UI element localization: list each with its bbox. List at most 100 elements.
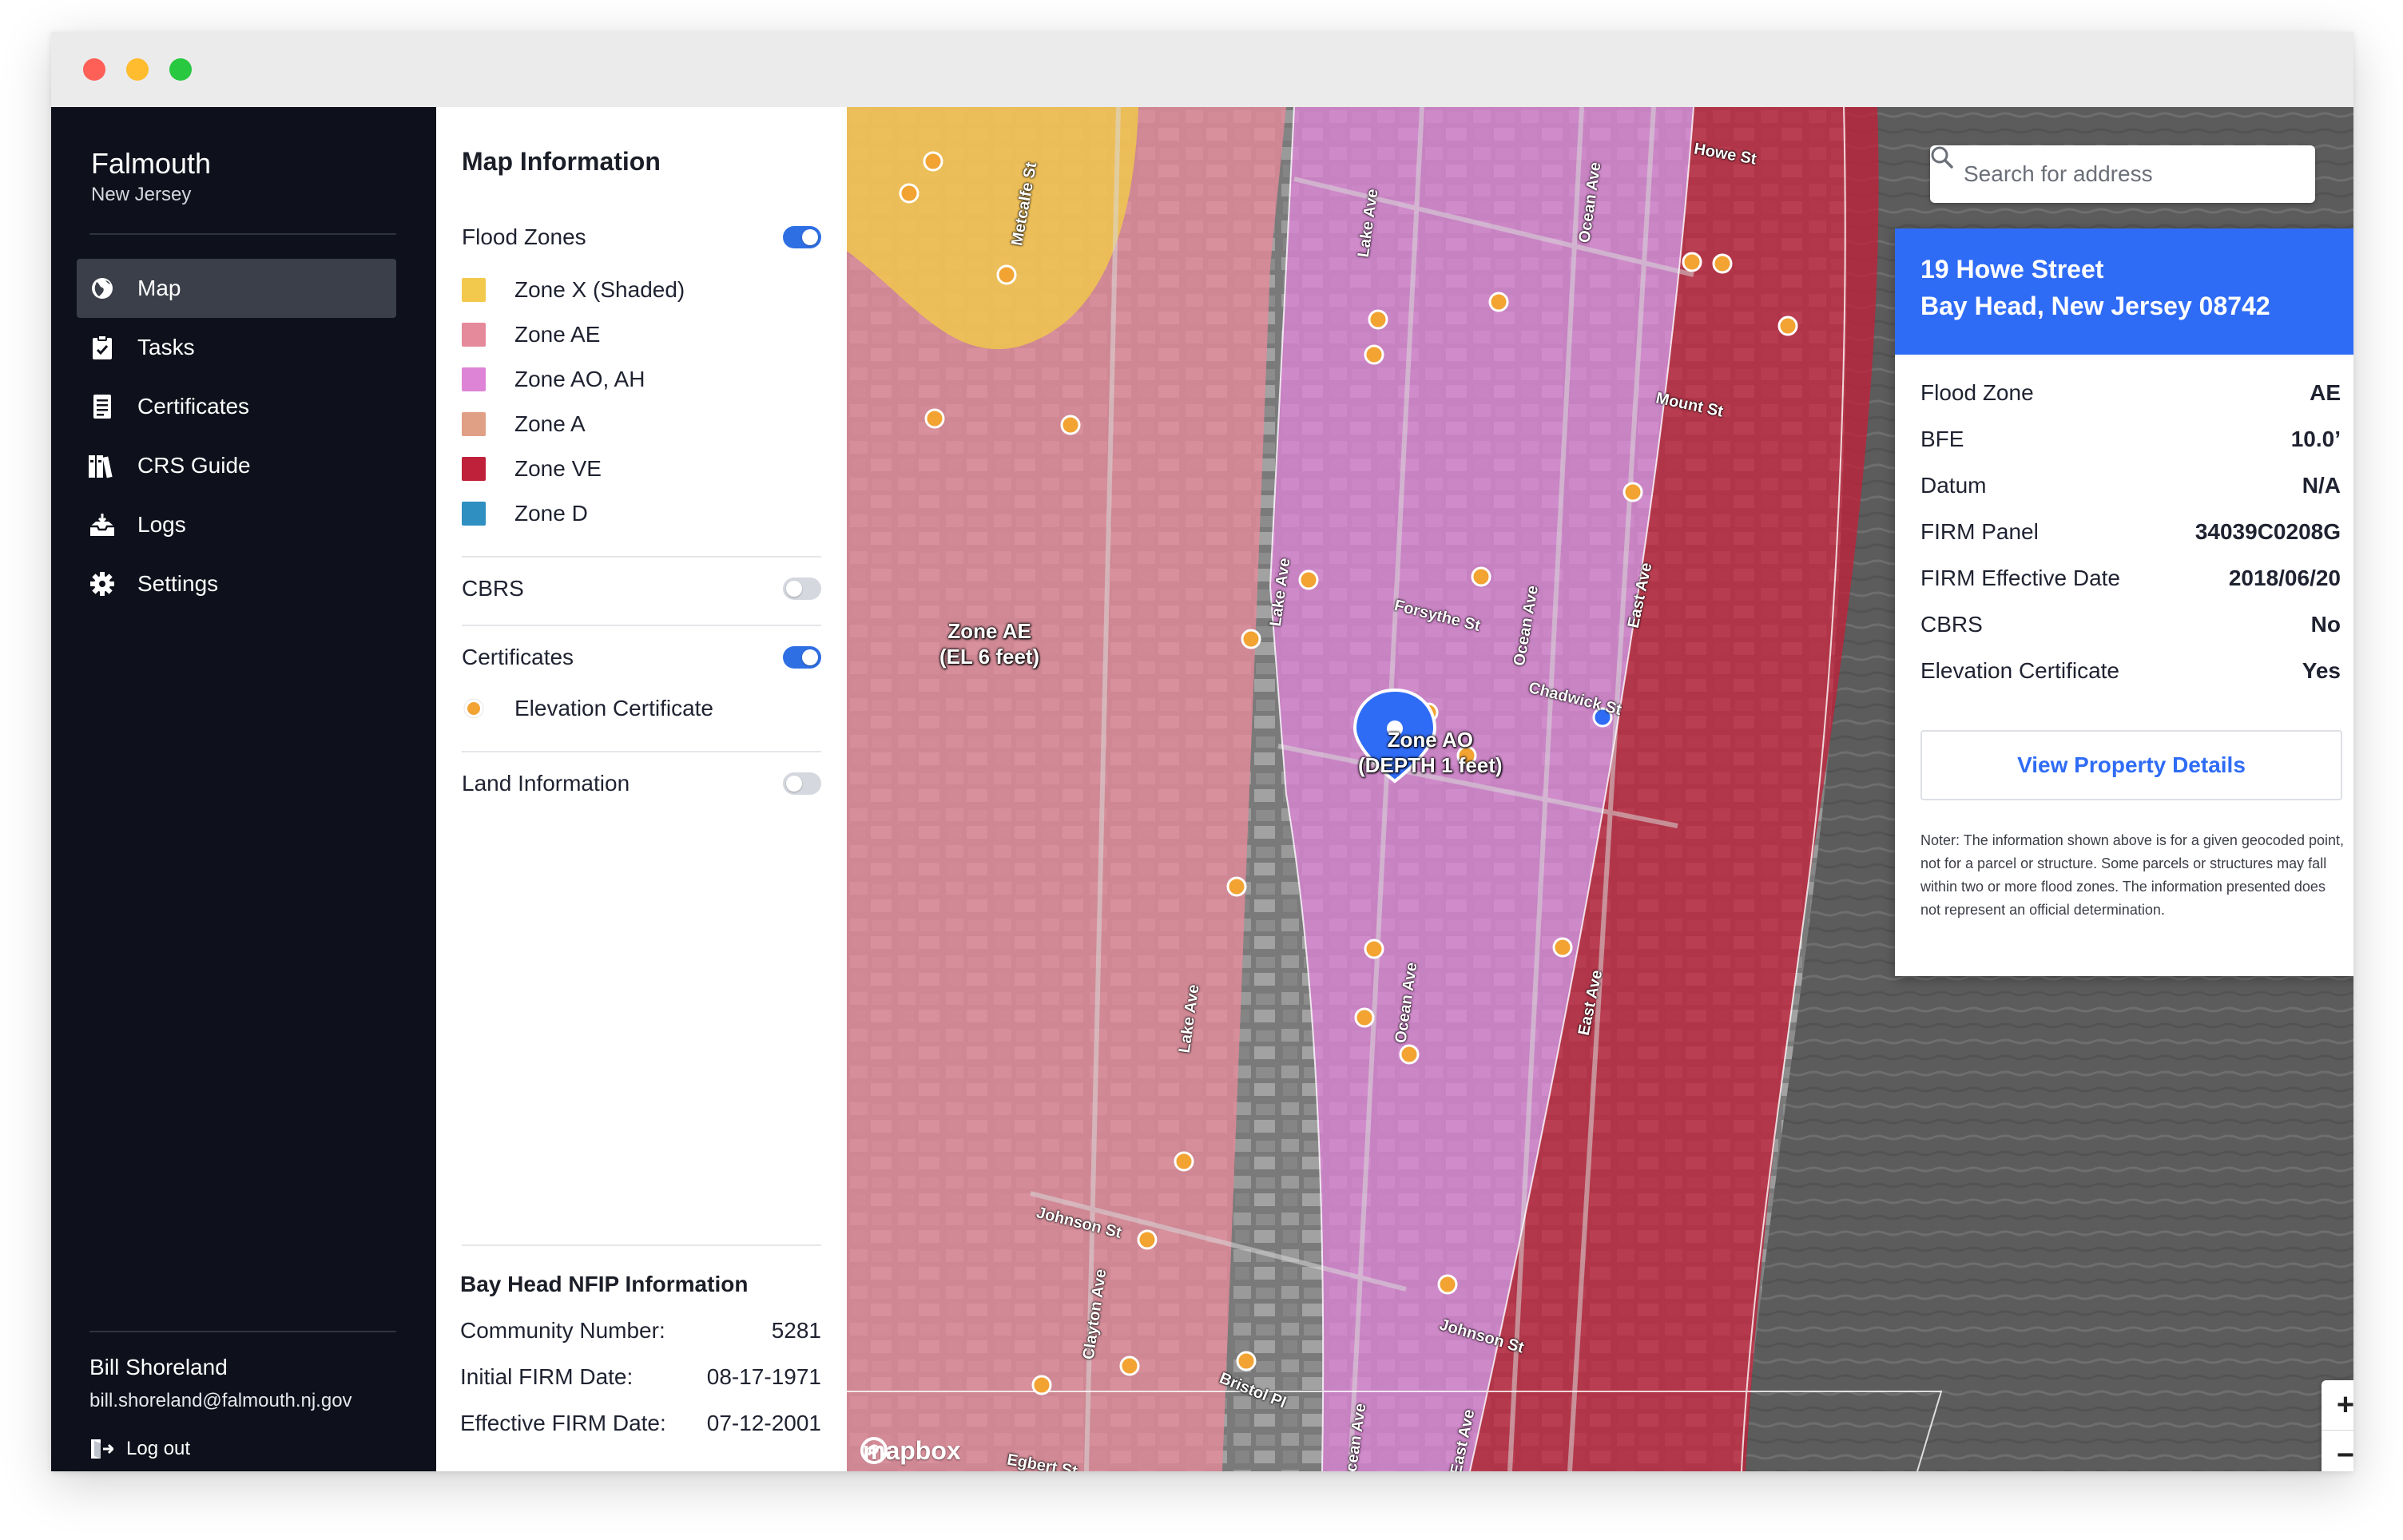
legend-swatch	[462, 412, 486, 436]
address-search[interactable]: Search for address	[1930, 145, 2315, 203]
property-value: Yes	[2302, 658, 2341, 683]
view-property-details-button[interactable]: View Property Details	[1920, 730, 2342, 800]
user-name: Bill Shoreland	[89, 1355, 228, 1379]
nfip-row: Community Number: 5281	[460, 1318, 821, 1344]
sidebar-item-label: Certificates	[137, 394, 250, 419]
property-row: FIRM Effective Date 2018/06/20	[1920, 566, 2341, 591]
sidebar-item-certificates[interactable]: Certificates	[77, 377, 396, 436]
sidebar-item-tasks[interactable]: Tasks	[77, 318, 396, 377]
legend-swatch	[462, 502, 486, 526]
inbox-tray-icon	[88, 510, 117, 539]
land-information-toggle[interactable]	[783, 772, 821, 795]
flood-zones-row: Flood Zones	[462, 224, 821, 251]
property-value: AE	[2310, 380, 2341, 405]
legend-label: Zone A	[514, 411, 586, 436]
property-label: FIRM Panel	[1920, 519, 2039, 544]
nfip-label: Community Number:	[460, 1318, 665, 1343]
books-icon	[88, 451, 117, 480]
sidebar-item-logs[interactable]: Logs	[77, 495, 396, 554]
legend-item: Zone A	[462, 411, 821, 438]
sidebar: Falmouth New Jersey Map Tasks Certificat…	[51, 107, 436, 1471]
org-state: New Jersey	[91, 184, 192, 205]
zone-label-line: Zone AO	[1387, 728, 1473, 752]
nfip-title: Bay Head NFIP Information	[460, 1272, 749, 1296]
property-row: CBRS No	[1920, 612, 2341, 637]
nfip-value: 07-12-2001	[706, 1411, 821, 1435]
legend-item: Zone AO, AH	[462, 366, 821, 393]
window-close-button[interactable]	[83, 58, 105, 81]
panel-divider	[462, 1244, 821, 1246]
sidebar-item-settings[interactable]: Settings	[77, 554, 396, 613]
property-label: Datum	[1920, 473, 1987, 498]
zone-label-line: Zone AE	[947, 619, 1031, 643]
nfip-row: Effective FIRM Date: 07-12-2001	[460, 1411, 821, 1436]
cbrs-row: CBRS	[462, 575, 821, 602]
zone-label: Zone AO (DEPTH 1 feet)	[1358, 727, 1503, 778]
window-maximize-button[interactable]	[169, 58, 192, 81]
window-minimize-button[interactable]	[126, 58, 149, 81]
flood-zones-label: Flood Zones	[462, 224, 586, 249]
panel-title: Map Information	[462, 147, 661, 176]
sidebar-divider	[89, 233, 396, 235]
sidebar-item-label: Logs	[137, 512, 186, 537]
cbrs-toggle[interactable]	[783, 578, 821, 600]
sidebar-item-label: Settings	[137, 571, 219, 596]
zoom-out-button[interactable]: −	[2322, 1431, 2353, 1472]
sidebar-divider	[89, 1331, 396, 1332]
panel-divider	[462, 556, 821, 558]
legend-item: Zone X (Shaded)	[462, 276, 821, 304]
nfip-row: Initial FIRM Date: 08-17-1971	[460, 1364, 821, 1390]
property-label: FIRM Effective Date	[1920, 566, 2121, 590]
map-globe-icon	[88, 274, 117, 303]
land-information-row: Land Information	[462, 770, 821, 797]
property-row: BFE 10.0’	[1920, 427, 2341, 452]
property-address-line2: Bay Head, New Jersey 08742	[1920, 292, 2270, 320]
legend-swatch	[462, 278, 486, 302]
property-label: Elevation Certificate	[1920, 658, 2120, 683]
nfip-label: Initial FIRM Date:	[460, 1364, 634, 1389]
zone-label-line: (DEPTH 1 feet)	[1358, 753, 1503, 777]
panel-divider	[462, 625, 821, 626]
legend-label: Elevation Certificate	[514, 696, 714, 720]
legend-swatch	[462, 367, 486, 391]
legend-label: Zone VE	[514, 456, 602, 481]
search-input[interactable]: Search for address	[1964, 161, 2153, 187]
gear-icon	[88, 570, 117, 598]
certificates-toggle[interactable]	[783, 646, 821, 669]
zoom-in-button[interactable]: +	[2322, 1380, 2353, 1430]
nfip-label: Effective FIRM Date:	[460, 1411, 666, 1435]
land-information-label: Land Information	[462, 771, 630, 796]
flood-map[interactable]: Zone AE (EL 6 feet) Zone AO (DEPTH 1 fee…	[847, 107, 2353, 1471]
logout-button[interactable]: Log out	[89, 1438, 190, 1460]
property-label: Flood Zone	[1920, 380, 2034, 405]
property-value: 34039C0208G	[2194, 519, 2341, 544]
property-row: FIRM Panel 34039C0208G	[1920, 519, 2341, 545]
certificates-label: Certificates	[462, 645, 574, 669]
property-disclaimer: Noter: The information shown above is fo…	[1920, 832, 2344, 918]
elevation-certificate-dot-icon	[462, 697, 486, 720]
legend-item: Elevation Certificate	[462, 695, 821, 722]
panel-divider	[462, 751, 821, 752]
sidebar-item-map[interactable]: Map	[77, 259, 396, 318]
property-label: BFE	[1920, 427, 1964, 451]
property-row: Elevation Certificate Yes	[1920, 658, 2341, 684]
sidebar-item-label: Tasks	[137, 335, 195, 359]
legend-item: Zone D	[462, 500, 821, 527]
legend-swatch	[462, 457, 486, 481]
logout-label: Log out	[126, 1438, 191, 1459]
clipboard-icon	[88, 333, 117, 362]
legend-label: Zone AO, AH	[514, 367, 645, 391]
sidebar-nav: Map Tasks Certificates CRS Guide Logs Se…	[77, 259, 396, 613]
flood-zones-toggle[interactable]	[783, 226, 821, 248]
property-value: 2018/06/20	[2228, 566, 2341, 590]
window-titlebar	[51, 32, 2353, 107]
logout-icon	[89, 1438, 113, 1460]
sidebar-item-label: Map	[137, 276, 181, 300]
property-value: No	[2310, 612, 2341, 637]
zone-label-line: (EL 6 feet)	[939, 645, 1040, 669]
cbrs-label: CBRS	[462, 576, 524, 601]
property-header: 19 Howe Street Bay Head, New Jersey 0874…	[1895, 228, 2353, 355]
sidebar-item-crs-guide[interactable]: CRS Guide	[77, 436, 396, 495]
mapbox-attribution[interactable]: mapbox	[860, 1436, 961, 1466]
legend-item: Zone AE	[462, 321, 821, 348]
